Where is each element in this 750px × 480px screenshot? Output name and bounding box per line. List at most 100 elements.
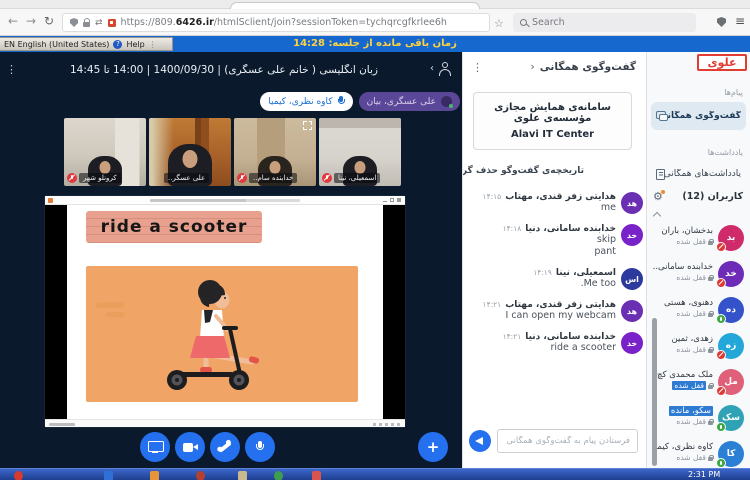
- user-status: قفل شده: [672, 381, 706, 390]
- person-head-icon: [442, 62, 448, 68]
- extension-icon[interactable]: [108, 19, 116, 27]
- user-row[interactable]: زه زهدی، ثمین قفل شده: [647, 330, 750, 366]
- collapse-chevron-icon[interactable]: [653, 212, 661, 220]
- user-row[interactable]: خد خدابنده سامانی.. قفل شده: [647, 258, 750, 294]
- slide-illustration: [86, 266, 358, 402]
- taskbar-app-icon[interactable]: [104, 471, 113, 480]
- alavi-logo: علوی: [697, 54, 747, 71]
- lock-icon: [708, 455, 713, 461]
- chat-message-input[interactable]: [497, 429, 638, 453]
- chat-title-label: گفت‌وگوی همگانی: [540, 61, 636, 73]
- users-scrollbar[interactable]: [652, 318, 657, 466]
- chat-title[interactable]: گفت‌وگوی همگانی ‹: [530, 60, 636, 73]
- user-row[interactable]: مل ملک محمدی کچ.. قفل شده: [647, 366, 750, 402]
- talking-pill[interactable]: کاوه نظری، کیمیا: [260, 92, 352, 111]
- swap-icon[interactable]: ⇄: [95, 18, 103, 28]
- participants-icon[interactable]: ‹: [430, 62, 452, 77]
- shared-window-controls: [383, 198, 401, 202]
- slide: ride a scooter: [67, 205, 383, 419]
- help-label[interactable]: Help: [126, 40, 144, 49]
- forward-icon[interactable]: →: [26, 14, 36, 28]
- session-time-value: 14:28: [293, 38, 325, 49]
- message-time: ۱۴:۲۱: [503, 332, 522, 341]
- taskbar-app-icon[interactable]: [274, 471, 283, 480]
- public-chat-panel: ⋮ گفت‌وگوی همگانی ‹ سامانه‌ی همایش مجازی…: [462, 52, 646, 468]
- shared-window-titlebar: [45, 196, 405, 205]
- user-status: قفل شده: [676, 417, 706, 426]
- muted-mic-icon: [716, 242, 726, 252]
- send-message-button[interactable]: [469, 430, 491, 452]
- webcam-tile[interactable]: خدابنده سام..: [234, 118, 316, 186]
- user-row[interactable]: سک سکو، مانده قفل شده: [647, 402, 750, 438]
- chat-message: اس اسمعیلی، نینا۱۴:۱۹ .Me too: [467, 268, 643, 290]
- webcam-button[interactable]: [175, 432, 205, 462]
- language-label[interactable]: EN English (United States): [4, 40, 109, 49]
- user-row[interactable]: بد بدخشان، باران قفل شده: [647, 222, 750, 258]
- reload-icon[interactable]: ↻: [44, 14, 54, 28]
- actions-plus-button[interactable]: +: [418, 432, 448, 462]
- webcam-tile[interactable]: اسمعیلی، نینا: [319, 118, 401, 186]
- phone-icon: [214, 437, 235, 458]
- taskbar-app-icon[interactable]: [150, 471, 159, 480]
- sidebar-item-public-chat[interactable]: گفت‌وگوی همگانی: [651, 102, 746, 130]
- lock-icon: [708, 239, 713, 245]
- session-time-label: زمان باقی مانده از جلسه:: [328, 38, 456, 49]
- muted-mic-icon: [716, 386, 726, 396]
- plus-icon: +: [427, 438, 440, 456]
- search-input[interactable]: [532, 17, 652, 28]
- bookmark-star-icon[interactable]: ☆: [494, 17, 504, 30]
- langbar-grip[interactable]: ⋮: [149, 40, 156, 49]
- user-row[interactable]: کا کاوه نظری، کیمیا قفل شده: [647, 438, 750, 468]
- message-text: I can open my webcam: [467, 310, 616, 322]
- user-name: ملک محمدی کچ..: [652, 370, 713, 380]
- talking-indicators: علی عسگری، بیان کاوه نظری، کیمیا: [260, 92, 460, 111]
- avatar: زه: [718, 333, 744, 359]
- messages-section-label: پیام‌ها: [724, 88, 743, 97]
- audio-button[interactable]: [210, 432, 240, 462]
- shared-notes-label: یادداشت‌های همگانی: [665, 169, 741, 179]
- back-icon[interactable]: ←: [8, 14, 18, 28]
- screenshare-button[interactable]: [140, 432, 170, 462]
- message-text: pant: [467, 246, 616, 258]
- message-time: ۱۴:۱۹: [533, 268, 552, 277]
- taskbar-app-icon[interactable]: [14, 471, 23, 480]
- taskbar-app-icon[interactable]: [196, 471, 205, 480]
- stage-options-icon[interactable]: ⋮: [6, 63, 17, 76]
- https-lock-icon[interactable]: [83, 22, 90, 27]
- screenshare-window: ride a scooter: [45, 196, 405, 427]
- message-time: ۱۴:۱۵: [483, 192, 502, 201]
- help-icon[interactable]: ?: [113, 40, 122, 49]
- mic-icon: [716, 314, 726, 324]
- lock-icon: [708, 311, 713, 317]
- taskbar-clock: 2:31 PM: [688, 470, 720, 479]
- fullscreen-icon[interactable]: [303, 121, 312, 130]
- language-bar[interactable]: EN English (United States) ? Help ⋮: [0, 37, 173, 51]
- muted-mic-icon: [67, 173, 77, 183]
- tracking-shield-icon[interactable]: [70, 18, 78, 27]
- search-icon: [520, 19, 527, 26]
- avatar: سک: [718, 405, 744, 431]
- user-row[interactable]: ده دهنوی، هستی قفل شده: [647, 294, 750, 330]
- lock-icon: [708, 383, 713, 389]
- person-bust-icon: [439, 69, 451, 76]
- chat-options-icon[interactable]: ⋮: [472, 61, 483, 74]
- mute-button[interactable]: [245, 432, 275, 462]
- protection-shield-icon[interactable]: [717, 17, 726, 27]
- taskbar-app-icon[interactable]: [238, 471, 247, 480]
- hamburger-menu-icon[interactable]: ≡: [735, 14, 745, 28]
- avatar: کا: [718, 441, 744, 467]
- address-bar[interactable]: ⇄ https://809.6426.ir/htmlSclient/join?s…: [62, 13, 490, 32]
- meeting-title: زبان انگلیسی ( خانم علی عسگری) | 1400/09…: [40, 64, 408, 76]
- webcam-tile[interactable]: کرونلو شهر: [64, 118, 146, 186]
- taskbar-app-icon[interactable]: [312, 471, 321, 480]
- sidebar-item-shared-notes[interactable]: یادداشت‌های همگانی: [651, 160, 746, 188]
- users-count-label: کاربران (12): [682, 191, 743, 202]
- muted-mic-icon: [716, 278, 726, 288]
- talking-pill[interactable]: علی عسگری، بیان: [359, 92, 460, 111]
- user-status: قفل شده: [676, 273, 706, 282]
- slide-caption: ride a scooter: [101, 217, 248, 237]
- webcam-tile[interactable]: علی عسگر..: [149, 118, 231, 186]
- muted-mic-icon: [237, 173, 247, 183]
- search-box[interactable]: [513, 13, 696, 32]
- message-text: skip: [467, 234, 616, 246]
